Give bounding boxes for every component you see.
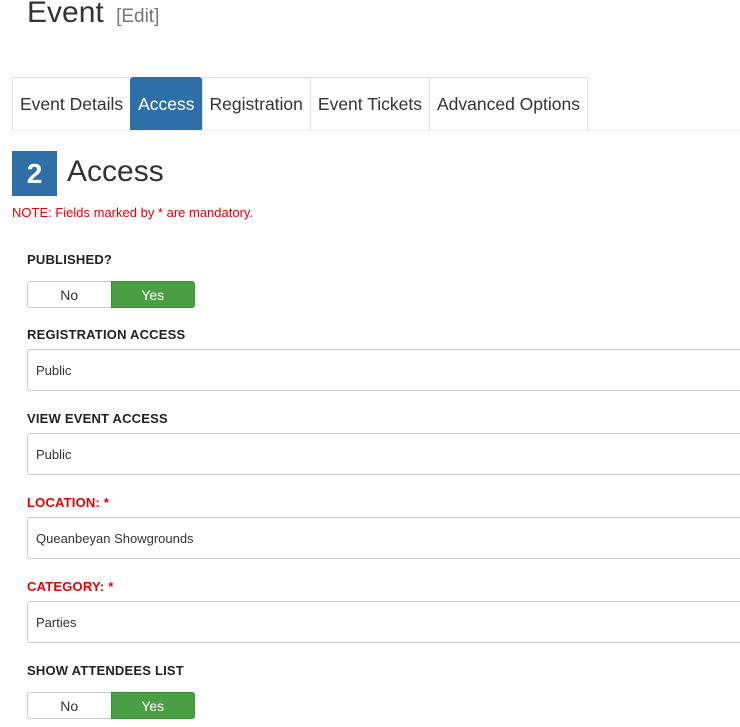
mandatory-note: NOTE: Fields marked by * are mandatory.: [12, 205, 254, 220]
location-select[interactable]: Queanbeyan Showgrounds: [27, 517, 740, 559]
published-label: PUBLISHED?: [27, 252, 113, 267]
step-number-badge: 2: [12, 151, 57, 196]
tab-event-tickets[interactable]: Event Tickets: [309, 77, 429, 131]
tab-bar: Event Details Access Registration Event …: [12, 77, 588, 131]
tab-divider: [12, 130, 740, 131]
page-title: Event [Edit]: [27, 0, 159, 30]
event-edit-page: Event [Edit] Event Details Access Regist…: [0, 0, 740, 727]
edit-link[interactable]: [Edit]: [116, 6, 159, 27]
show-attendees-yes-button[interactable]: Yes: [110, 692, 195, 719]
show-attendees-list-label: SHOW ATTENDEES LIST: [27, 663, 184, 678]
view-event-access-label: VIEW EVENT ACCESS: [27, 411, 168, 426]
show-attendees-list-toggle: No Yes: [27, 692, 195, 719]
view-event-access-select[interactable]: Public: [27, 433, 740, 475]
tab-registration[interactable]: Registration: [201, 77, 310, 131]
registration-access-select[interactable]: Public: [27, 349, 740, 391]
published-no-button[interactable]: No: [27, 281, 111, 308]
show-attendees-no-button[interactable]: No: [27, 692, 111, 719]
tab-access[interactable]: Access: [130, 77, 202, 131]
section-title: Access: [67, 155, 164, 188]
category-label: CATEGORY: *: [27, 579, 114, 594]
page-title-text: Event: [27, 0, 104, 29]
location-label: LOCATION: *: [27, 495, 110, 510]
tab-event-details[interactable]: Event Details: [12, 77, 131, 131]
published-toggle: No Yes: [27, 281, 195, 308]
published-yes-button[interactable]: Yes: [110, 281, 195, 308]
tab-advanced-options[interactable]: Advanced Options: [428, 77, 588, 131]
category-select[interactable]: Parties: [27, 601, 740, 643]
registration-access-label: REGISTRATION ACCESS: [27, 327, 186, 342]
